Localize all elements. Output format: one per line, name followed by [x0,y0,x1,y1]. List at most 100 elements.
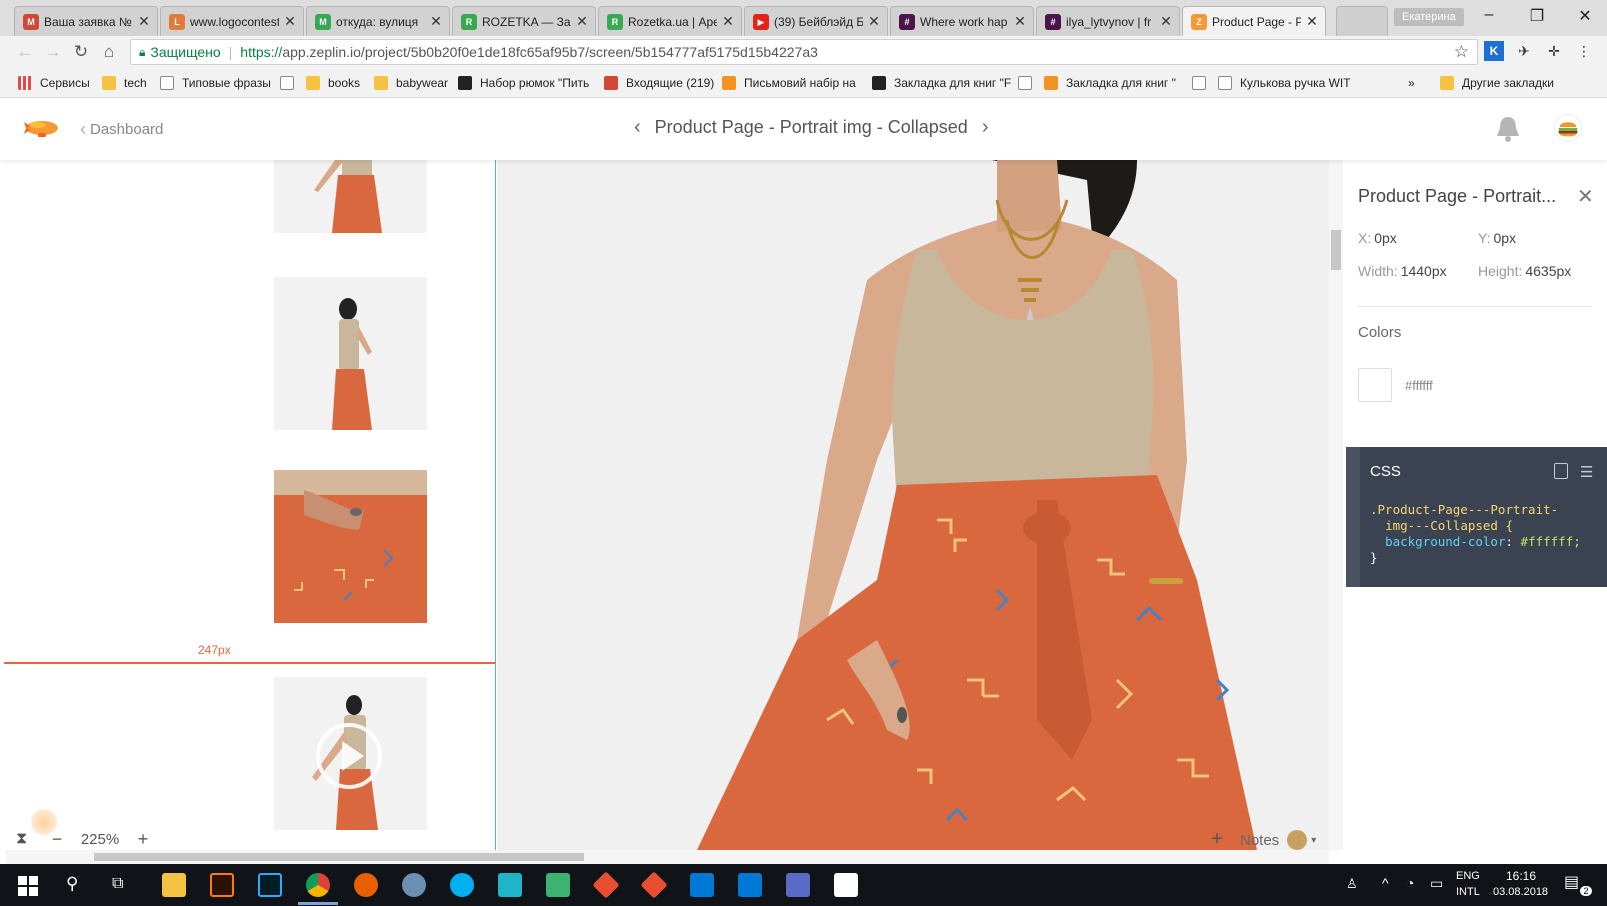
back-arrow-icon[interactable]: ← [14,41,36,63]
bookmark-item[interactable] [1018,74,1040,92]
canvas-horizontal-scrollbar[interactable] [6,850,1329,864]
tab-close-icon[interactable]: ✕ [1013,13,1027,30]
globe-app-icon[interactable] [402,873,426,897]
reload-icon[interactable]: ↻ [70,41,92,63]
browser-tab[interactable]: M Ваша заявка № ✕ [14,6,158,36]
color-swatch[interactable] [1358,368,1392,402]
canvas-vertical-scrollbar[interactable] [1329,160,1343,850]
add-note-button[interactable]: + [1204,826,1230,852]
tab-close-icon[interactable]: ✕ [137,13,151,30]
browser-menu-icon[interactable]: ⋮ [1574,41,1594,61]
zoom-level[interactable]: 225% [70,831,130,848]
home-icon[interactable]: ⌂ [98,41,120,63]
tab-close-icon[interactable]: ✕ [867,13,881,30]
green-app-icon[interactable] [546,873,570,897]
clock-time[interactable]: 16:16 [1506,869,1536,883]
skype-icon[interactable] [450,873,474,897]
zoom-out-button[interactable]: − [44,829,70,850]
forward-arrow-icon[interactable]: → [42,41,64,63]
vector-app-icon[interactable] [786,873,810,897]
profile-badge[interactable]: Екатерина [1394,8,1464,26]
task-view-icon[interactable]: ⧉ [112,875,123,893]
photos-app-icon[interactable] [834,873,858,897]
illustrator-icon[interactable] [210,873,234,897]
url-input[interactable]: 🔒︎ Защищено | https:// app.zeplin.io/pro… [130,39,1478,65]
browser-tab[interactable]: # ilya_lytvynov | fr ✕ [1036,6,1180,36]
zeplin-logo-icon[interactable] [24,116,60,140]
tab-close-icon[interactable]: ✕ [1305,13,1319,30]
bookmark-star-icon[interactable]: ☆ [1454,42,1469,62]
browser-tab[interactable]: ▶ (39) Бейблэйд Бу ✕ [744,6,888,36]
minimize-icon[interactable]: – [1474,6,1504,24]
wifi-icon[interactable]: ◔ [1406,875,1414,891]
bookmark-item[interactable]: Сервисы [18,74,90,92]
tab-close-icon[interactable]: ✕ [283,13,297,30]
browser-tab[interactable]: R ROZETKA — Зам ✕ [452,6,596,36]
battery-icon[interactable]: ▭ [1430,875,1443,892]
git-tool-2-icon[interactable] [640,871,668,899]
bookmark-item[interactable]: Типовые фразы [160,74,271,92]
extension-k-icon[interactable]: K [1484,41,1504,61]
bookmark-item[interactable]: tech [102,74,147,92]
photoshop-icon[interactable] [258,873,282,897]
webstorm-icon[interactable] [498,873,522,897]
bookmark-item[interactable]: Письмовий набір на [722,74,856,92]
bookmark-item[interactable]: Закладка для книг " [1044,74,1176,92]
tab-close-icon[interactable]: ✕ [1159,13,1173,30]
thumbnail-image-2[interactable] [274,277,427,430]
people-icon[interactable]: ♙ [1346,876,1358,892]
extension-crosshair-icon[interactable]: ✛ [1544,41,1564,61]
restore-icon[interactable]: ❐ [1522,6,1552,26]
keyboard-layout-label[interactable]: INTL [1456,886,1480,898]
thumbnail-image-3[interactable] [274,470,427,623]
bookmark-item[interactable]: books [306,74,360,92]
notifications-bell-icon[interactable] [1494,114,1522,144]
bookmark-item[interactable]: Кулькова ручка WIT [1218,74,1351,92]
copy-icon[interactable] [1554,463,1568,479]
search-icon[interactable]: ⚲ [66,874,78,894]
chrome-icon[interactable] [306,873,330,897]
browser-tab[interactable]: Mоткуда: вулиця ✕ [306,6,450,36]
tab-close-icon[interactable]: ✕ [721,13,735,30]
notes-button[interactable]: Notes ▾ [1240,829,1340,851]
previous-screen-icon[interactable]: ‹ [634,116,641,139]
bookmark-item[interactable]: Входящие (219) [604,74,714,92]
git-tool-icon[interactable] [592,871,620,899]
extension-pin-icon[interactable]: ✈ [1514,41,1534,61]
color-hex-label[interactable]: #ffffff [1405,378,1433,393]
user-avatar[interactable] [1554,114,1582,142]
language-label[interactable]: ENG [1456,870,1480,882]
bookmark-item[interactable]: Другие закладки [1440,74,1554,92]
next-screen-icon[interactable]: › [982,116,989,139]
file-explorer-icon[interactable] [162,873,186,897]
zoom-in-button[interactable]: + [130,829,156,850]
firefox-icon[interactable] [354,873,378,897]
browser-tab[interactable]: Z Product Page - P ✕ [1182,6,1326,36]
store-icon[interactable] [738,873,762,897]
bookmark-item[interactable] [1192,74,1214,92]
tab-close-icon[interactable]: ✕ [429,13,443,30]
browser-tab[interactable]: # Where work hap ✕ [890,6,1034,36]
hourglass-icon[interactable]: ⧗ [16,830,44,848]
tab-close-icon[interactable]: ✕ [575,13,589,30]
action-center-icon[interactable]: ▤ [1564,872,1579,892]
design-canvas[interactable] [497,160,1335,850]
browser-tab[interactable]: Lwww.logocontest ✕ [160,6,304,36]
new-tab-button[interactable] [1336,6,1388,36]
bookmark-item[interactable]: Закладка для книг "F [872,74,1011,92]
bookmark-item[interactable]: babywear [374,74,448,92]
css-code-snippet[interactable]: .Product-Page---Portrait- img---Collapse… [1370,502,1581,566]
close-icon[interactable]: ✕ [1577,184,1594,209]
vscode-icon[interactable] [690,873,714,897]
dashboard-back-link[interactable]: ‹ Dashboard [80,119,163,140]
tray-up-arrow-icon[interactable]: ^ [1382,875,1389,891]
play-video-icon[interactable] [316,723,382,789]
bookmark-item[interactable]: Набор рюмок "Пить [458,74,589,92]
thumbnail-image-1[interactable] [274,160,427,233]
bookmark-item[interactable] [280,74,302,92]
clock-date[interactable]: 03.08.2018 [1493,886,1548,898]
settings-sliders-icon[interactable]: ☰ [1580,463,1593,481]
browser-tab[interactable]: R Rozetka.ua | Аре ✕ [598,6,742,36]
windows-start-icon[interactable] [18,876,38,896]
more-bookmarks-button[interactable]: » [1408,74,1415,92]
